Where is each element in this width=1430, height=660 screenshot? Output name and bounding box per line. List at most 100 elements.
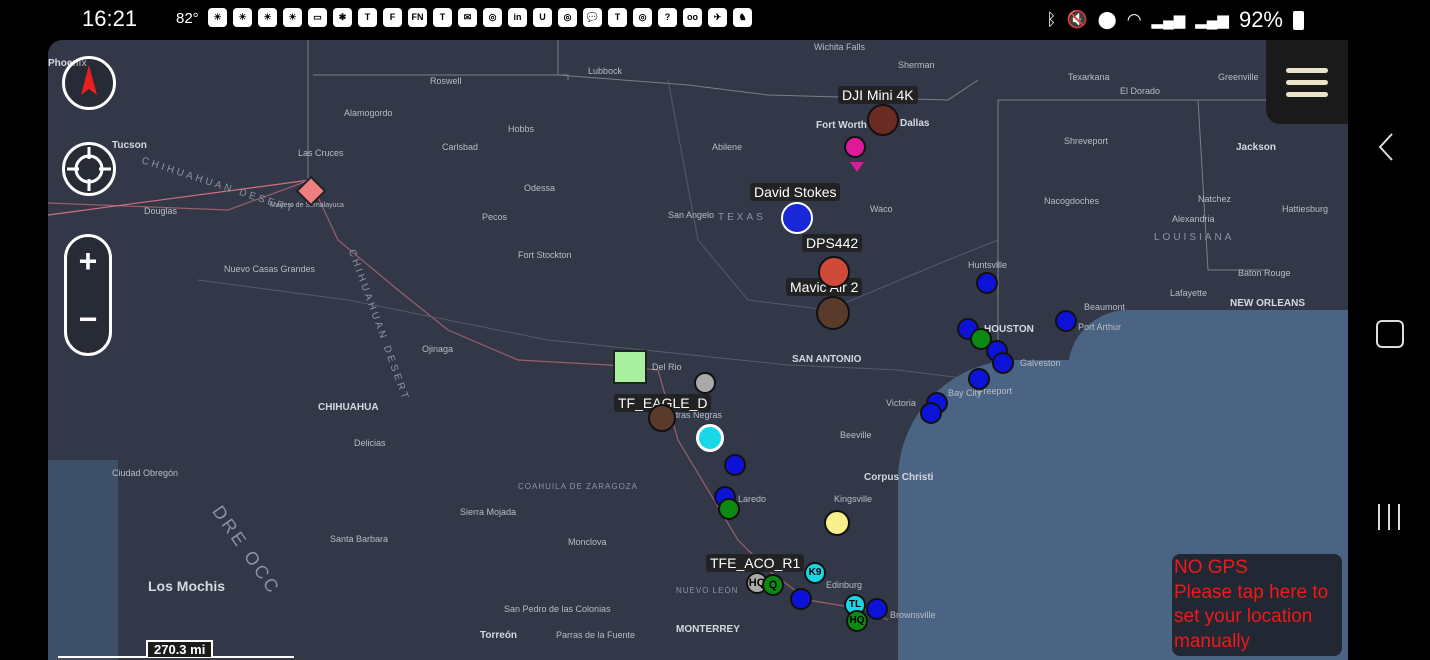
friendly-unit-marker[interactable] — [968, 368, 990, 390]
unit-badge[interactable]: Q — [762, 574, 784, 596]
sync-icon: ◎ — [633, 8, 652, 27]
gps-notice-line: set your location — [1174, 606, 1313, 627]
tesla-icon: T — [608, 8, 627, 27]
zoom-out-button[interactable]: − — [67, 301, 109, 338]
unit-marker[interactable] — [696, 424, 724, 452]
wifi-icon: ◠ — [1126, 10, 1142, 29]
status-time: 16:21 — [82, 6, 138, 31]
status-bar: 16:21 82° ☀ ☀ ☀ ☀ ▭ ✱ T F FN T ✉ ◎ in U … — [0, 0, 1430, 40]
map-label: Ojinaga — [422, 344, 454, 354]
map-label: Shreveport — [1064, 136, 1109, 146]
hamburger-icon — [1286, 68, 1328, 73]
battery-percent: 92% — [1238, 7, 1283, 32]
person-marker[interactable] — [781, 202, 813, 234]
recents-icon[interactable] — [1374, 502, 1404, 532]
friendly-unit-marker[interactable] — [992, 352, 1014, 374]
friendly-unit-marker[interactable] — [920, 402, 942, 424]
friendly-unit-marker[interactable] — [976, 272, 998, 294]
help-icon: ? — [658, 8, 677, 27]
map-label: Beaumont — [1084, 302, 1126, 312]
hq-badge[interactable]: HQ — [846, 610, 868, 632]
system-nav-bar — [1348, 40, 1430, 660]
weather-icon: ☀ — [258, 8, 277, 27]
location-icon: ⬤ — [1097, 10, 1117, 29]
map-label: Santa Barbara — [330, 534, 389, 544]
map-label: Ciudad Obregón — [112, 468, 179, 478]
sync-icon: ◎ — [558, 8, 577, 27]
friendly-unit-marker[interactable] — [718, 498, 740, 520]
friendly-unit-marker[interactable] — [790, 588, 812, 610]
map-label: Torreón — [480, 630, 518, 641]
unit-marker[interactable] — [824, 510, 850, 536]
map-label: Monclova — [568, 537, 607, 547]
k9-badge[interactable]: K9 — [804, 562, 826, 584]
locate-button[interactable] — [62, 142, 116, 196]
map-label: NEW ORLEANS — [1230, 298, 1305, 309]
map-label: SAN ANTONIO — [792, 354, 862, 365]
map-label: MONTERREY — [676, 624, 740, 635]
gps-notice-line: Please tap here to — [1174, 581, 1329, 603]
map-label: TEXAS — [718, 212, 766, 223]
map-label: San Pedro de las Colonias — [504, 604, 611, 614]
map-label: HOUSTON — [984, 324, 1034, 335]
zoom-in-button[interactable]: + — [67, 243, 109, 280]
app-icon: ♞ — [733, 8, 752, 27]
map-label: Sierra Mojada — [460, 507, 517, 517]
drone-icon[interactable] — [816, 296, 850, 330]
map-label: Jackson — [1236, 142, 1277, 153]
drone-icon[interactable] — [818, 256, 850, 288]
uber-icon: U — [533, 8, 552, 27]
weather-icon: ☀ — [283, 8, 302, 27]
map-label: Texarkana — [1068, 72, 1110, 82]
signal-icon: ▂▄▆ — [1195, 12, 1229, 29]
compass-button[interactable] — [62, 56, 116, 110]
map-label: Roswell — [430, 76, 462, 86]
map-label: Alamogordo — [344, 108, 393, 118]
menu-button[interactable] — [1266, 40, 1348, 124]
map-label: Alexandria — [1172, 214, 1215, 224]
map-view[interactable]: Lubbock Wichita Falls Sherman Texarkana … — [48, 40, 1348, 660]
system-status: ᛒ 🔇 ⬤ ◠ ▂▄▆ ▂▄▆ 92% — [1046, 7, 1304, 33]
map-label: Huntsville — [968, 260, 1008, 270]
back-icon[interactable] — [1374, 132, 1404, 162]
friendly-unit-marker[interactable] — [866, 598, 888, 620]
no-gps-notice[interactable]: NO GPS Please tap here to set your locat… — [1172, 554, 1342, 656]
settings-icon: ✱ — [333, 8, 352, 27]
crosshair-icon — [67, 147, 111, 191]
map-label: Hattiesburg — [1282, 204, 1329, 214]
badge-text: TL — [848, 599, 862, 610]
diamond-marker[interactable] — [296, 176, 326, 206]
unit-marker[interactable] — [694, 372, 716, 394]
map-label: Tucson — [112, 140, 147, 151]
plane-icon: ✈ — [708, 8, 727, 27]
map-label: COAHUILA DE ZARAGOZA — [518, 482, 639, 491]
drone-icon[interactable] — [867, 104, 899, 136]
pin-arrow-icon — [850, 162, 864, 172]
map-label: San Angelo — [668, 210, 715, 220]
friendly-unit-marker[interactable] — [724, 454, 746, 476]
gps-notice-line: manually — [1174, 630, 1251, 652]
map-label: Dallas — [900, 118, 930, 129]
home-icon[interactable] — [1376, 320, 1404, 348]
map-label: Fort Worth — [816, 120, 867, 131]
map-label: Lafayette — [1170, 288, 1208, 298]
map-label: Nacogdoches — [1044, 196, 1100, 206]
map-label: Douglas — [144, 206, 178, 216]
badge-text: Q — [768, 579, 778, 591]
pin-marker[interactable] — [844, 136, 866, 158]
hamburger-icon — [1286, 80, 1328, 85]
friendly-unit-marker[interactable] — [1055, 310, 1077, 332]
map-label: Hobbs — [508, 124, 535, 134]
fox-news-icon: FN — [408, 8, 427, 27]
square-marker[interactable] — [613, 350, 647, 384]
status-temperature: 82° — [176, 10, 199, 27]
track-label: David Stokes — [750, 183, 841, 201]
mail-icon: ✉ — [458, 8, 477, 27]
unit-marker[interactable] — [648, 404, 676, 432]
map-label: CHIHUAHUA — [318, 402, 379, 413]
teams-icon: T — [433, 8, 452, 27]
map-label: Beeville — [840, 430, 872, 440]
gps-notice-line: NO GPS — [1174, 557, 1248, 578]
map-label: Nuevo Casas Grandes — [224, 264, 316, 274]
zoom-control: + − — [64, 234, 112, 356]
